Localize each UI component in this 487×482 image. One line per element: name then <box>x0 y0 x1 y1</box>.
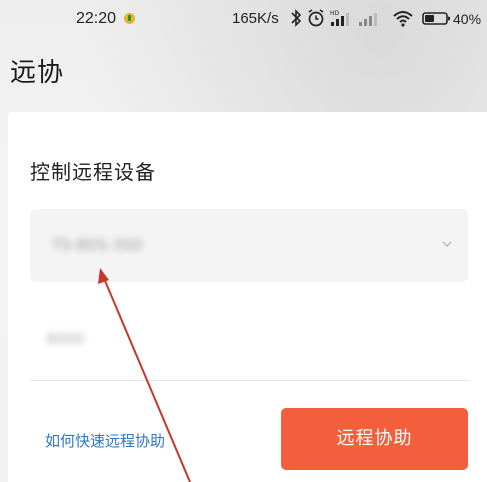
status-time: 22:20 <box>76 10 117 27</box>
status-bar: 22:20 165K/s HD 40% <box>0 0 487 40</box>
app-notification-icon <box>124 13 135 24</box>
battery-icon <box>422 12 450 25</box>
wifi-icon <box>393 11 413 27</box>
battery-level: 40% <box>453 11 482 27</box>
device-select[interactable]: TS-8DS-3SD <box>30 209 468 282</box>
device-select-value: TS-8DS-3SD <box>52 236 143 254</box>
verification-code-field[interactable]: 9000 <box>46 330 84 348</box>
chevron-down-icon <box>442 241 452 247</box>
network-speed: 165K/s <box>232 10 279 27</box>
help-link[interactable]: 如何快速远程协助 <box>45 430 165 451</box>
bluetooth-icon <box>291 9 302 27</box>
remote-assist-button[interactable]: 远程协助 <box>281 408 468 470</box>
divider <box>30 380 468 381</box>
page-title: 远协 <box>10 58 65 88</box>
alarm-icon <box>308 9 324 27</box>
signal-hd-icon: HD <box>330 10 349 26</box>
svg-text:HD: HD <box>330 10 340 17</box>
remote-control-card: 控制远程设备 TS-8DS-3SD 9000 如何快速远程协助 远程协助 <box>8 112 487 482</box>
section-title: 控制远程设备 <box>30 160 156 184</box>
signal-icon <box>359 13 377 26</box>
